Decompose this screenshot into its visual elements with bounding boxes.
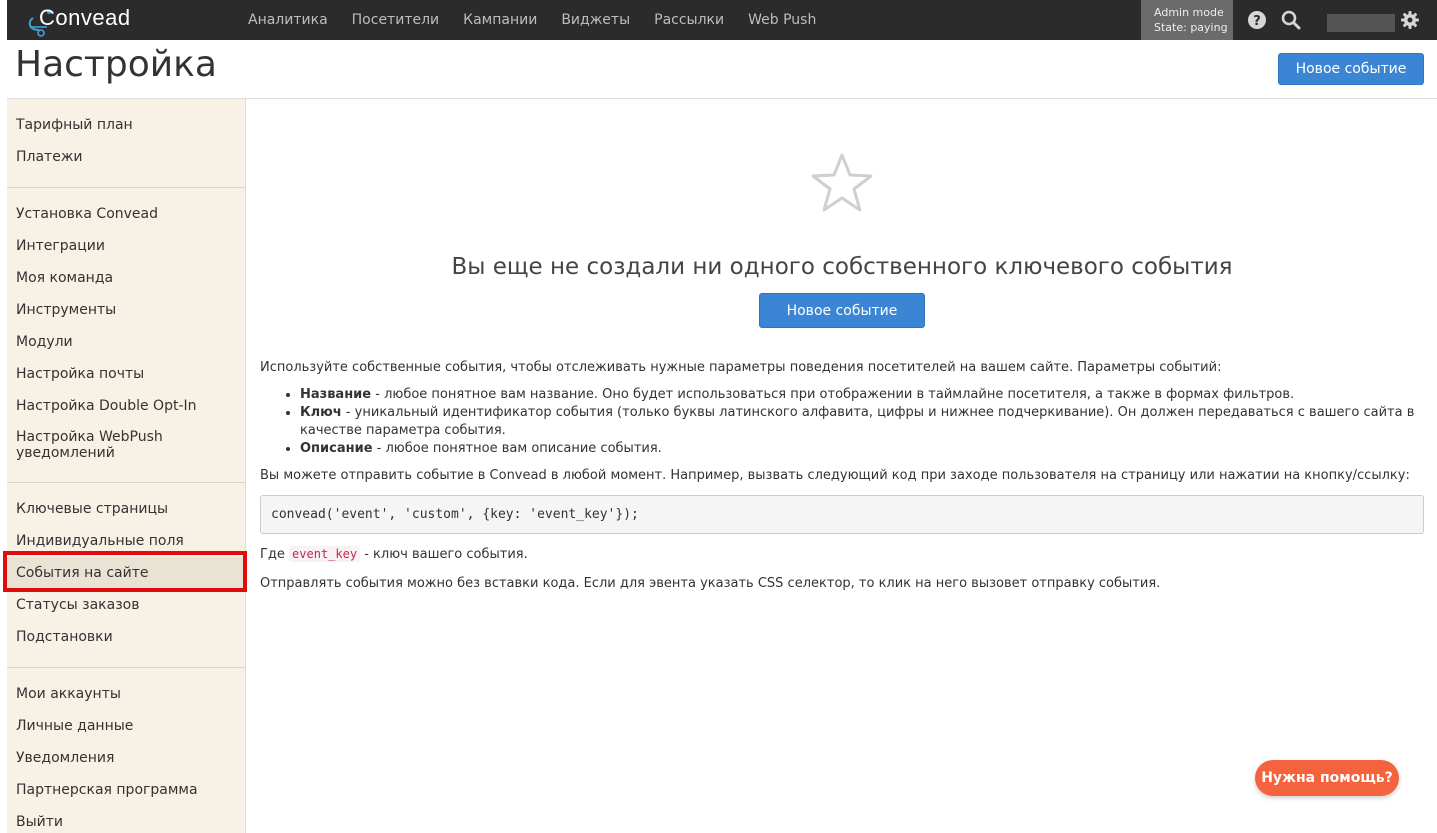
param-item: Название - любое понятное вам название. … bbox=[300, 386, 1424, 404]
param-term: Описание bbox=[300, 441, 373, 456]
svg-text:?: ? bbox=[1253, 14, 1261, 29]
user-menu[interactable] bbox=[1327, 14, 1395, 32]
events-description: Используйте собственные события, чтобы о… bbox=[260, 359, 1424, 593]
nav-analytics[interactable]: Аналитика bbox=[248, 12, 328, 28]
sidebar-item-notifications[interactable]: Уведомления bbox=[7, 742, 245, 774]
selector-text: Отправлять события можно без вставки код… bbox=[260, 576, 1161, 591]
top-navbar: Convead Аналитика Посетители Кампании Ви… bbox=[7, 0, 1437, 40]
page-title: Настройка bbox=[15, 44, 217, 85]
sidebar-item-webpush[interactable]: Настройка WebPush уведомлений bbox=[7, 422, 245, 468]
nav-visitors[interactable]: Посетители bbox=[352, 12, 439, 28]
param-text: - уникальный идентификатор события (толь… bbox=[300, 405, 1415, 438]
sidebar-item-team[interactable]: Моя команда bbox=[7, 262, 245, 294]
params-list: Название - любое понятное вам название. … bbox=[300, 386, 1424, 458]
code-snippet[interactable]: convead('event', 'custom', {key: 'event_… bbox=[260, 495, 1424, 534]
sidebar-group-setup: Установка Convead Интеграции Моя команда… bbox=[7, 188, 245, 483]
param-text: - любое понятное вам описание события. bbox=[372, 441, 662, 456]
sidebar-item-logout[interactable]: Выйти bbox=[7, 806, 245, 833]
main-nav: Аналитика Посетители Кампании Виджеты Ра… bbox=[248, 0, 840, 40]
admin-mode-label: Admin mode bbox=[1154, 6, 1224, 19]
logo-text[interactable]: Convead bbox=[39, 5, 131, 31]
where-suffix: - ключ вашего события. bbox=[360, 547, 528, 562]
search-icon[interactable] bbox=[1281, 10, 1301, 30]
param-term: Ключ bbox=[300, 405, 342, 420]
gear-icon[interactable] bbox=[1400, 10, 1420, 30]
nav-mailings[interactable]: Рассылки bbox=[654, 12, 724, 28]
param-term: Название bbox=[300, 387, 372, 402]
sidebar-item-install[interactable]: Установка Convead bbox=[7, 198, 245, 230]
sidebar-group-billing: Тарифный план Платежи bbox=[7, 99, 245, 188]
where-text: Где event_key - ключ вашего события. bbox=[260, 545, 1424, 564]
param-item: Ключ - уникальный идентификатор события … bbox=[300, 404, 1424, 440]
star-icon bbox=[811, 153, 873, 212]
param-text: - любое понятное вам название. Оно будет… bbox=[371, 387, 1295, 402]
sidebar-item-accounts[interactable]: Мои аккаунты bbox=[7, 678, 245, 710]
sidebar-item-personal[interactable]: Личные данные bbox=[7, 710, 245, 742]
send-text: Вы можете отправить событие в Convead в … bbox=[260, 468, 1410, 483]
sidebar-item-key-pages[interactable]: Ключевые страницы bbox=[7, 493, 245, 525]
new-event-button[interactable]: Новое событие bbox=[1278, 53, 1424, 85]
sidebar-item-substitutions[interactable]: Подстановки bbox=[7, 621, 245, 653]
sidebar-item-partner[interactable]: Партнерская программа bbox=[7, 774, 245, 806]
admin-state-label: State: paying bbox=[1154, 21, 1228, 34]
where-prefix: Где bbox=[260, 547, 290, 562]
sidebar-item-mail-settings[interactable]: Настройка почты bbox=[7, 358, 245, 390]
admin-mode-badge[interactable]: Admin mode State: paying bbox=[1141, 0, 1233, 40]
active-item-highlight bbox=[3, 551, 247, 592]
empty-state-title: Вы еще не создали ни одного собственного… bbox=[451, 254, 1233, 280]
inline-code-event-key: event_key bbox=[289, 546, 361, 562]
sidebar-item-double-optin[interactable]: Настройка Double Opt-In bbox=[7, 390, 245, 422]
sidebar-item-modules[interactable]: Модули bbox=[7, 326, 245, 358]
sidebar-item-payments[interactable]: Платежи bbox=[7, 141, 245, 173]
nav-campaigns[interactable]: Кампании bbox=[463, 12, 537, 28]
param-item: Описание - любое понятное вам описание с… bbox=[300, 440, 1424, 458]
intro-text: Используйте собственные события, чтобы о… bbox=[260, 360, 1222, 375]
sidebar-item-tools[interactable]: Инструменты bbox=[7, 294, 245, 326]
sidebar-item-order-statuses[interactable]: Статусы заказов bbox=[7, 589, 245, 621]
help-icon[interactable]: ? bbox=[1247, 10, 1267, 30]
empty-new-event-button[interactable]: Новое событие bbox=[759, 293, 925, 328]
nav-webpush[interactable]: Web Push bbox=[748, 12, 816, 28]
sidebar-group-account: Мои аккаунты Личные данные Уведомления П… bbox=[7, 668, 245, 833]
settings-sidebar: Тарифный план Платежи Установка Convead … bbox=[7, 99, 246, 833]
sidebar-item-integrations[interactable]: Интеграции bbox=[7, 230, 245, 262]
sidebar-item-tariff[interactable]: Тарифный план bbox=[7, 109, 245, 141]
nav-widgets[interactable]: Виджеты bbox=[561, 12, 630, 28]
need-help-button[interactable]: Нужна помощь? bbox=[1255, 760, 1399, 796]
